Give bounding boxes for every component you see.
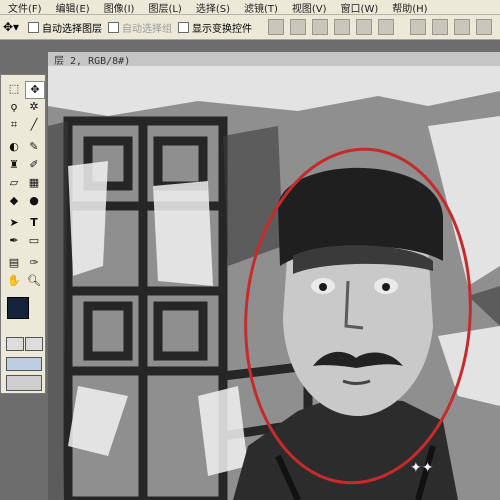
distribute-top-icon[interactable]: [410, 19, 426, 35]
move-tool-preset[interactable]: ✥▾: [0, 18, 22, 36]
shape-icon[interactable]: ▭: [25, 233, 43, 249]
toolbox: ⬚ ✥ ϙ ✲ ⌗ ╱ ◐ ✎ ♜ ✐ ▱ ▦ ◆ ● ➤ T ✒ ▭ ▤ ✑ …: [0, 74, 46, 394]
move-icon[interactable]: ✥: [25, 81, 45, 99]
watermark-logo: ✦✦: [410, 460, 434, 476]
hand-icon[interactable]: ✋: [5, 273, 23, 289]
distribute-left-icon[interactable]: [476, 19, 492, 35]
slice-icon[interactable]: ╱: [25, 117, 43, 133]
auto-select-group[interactable]: 自动选择组: [108, 20, 172, 35]
distribute-bottom-icon[interactable]: [454, 19, 470, 35]
menu-select[interactable]: 选择(S): [196, 0, 230, 15]
brush-icon[interactable]: ✎: [25, 139, 43, 155]
lasso-icon[interactable]: ϙ: [5, 99, 23, 115]
auto-select-group-label: 自动选择组: [122, 23, 172, 35]
auto-select-layer-checkbox[interactable]: [28, 21, 39, 33]
auto-select-group-checkbox[interactable]: [108, 21, 119, 33]
crop-icon[interactable]: ⌗: [5, 117, 23, 133]
show-transform[interactable]: 显示变换控件: [178, 20, 252, 35]
healing-icon[interactable]: ◐: [5, 139, 23, 155]
align-top-icon[interactable]: [268, 19, 284, 35]
menu-edit[interactable]: 编辑(E): [56, 0, 90, 15]
menu-window[interactable]: 窗口(W): [341, 0, 379, 15]
marquee-icon[interactable]: ⬚: [5, 81, 23, 97]
magic-wand-icon[interactable]: ✲: [25, 99, 43, 115]
eraser-icon[interactable]: ▱: [5, 175, 23, 191]
history-brush-icon[interactable]: ✐: [25, 157, 43, 173]
menu-file[interactable]: 文件(F): [8, 0, 42, 15]
auto-select-layer[interactable]: 自动选择图层: [28, 20, 102, 35]
options-bar: ✥▾ 自动选择图层 自动选择组 显示变换控件: [0, 15, 500, 40]
blur-icon[interactable]: ◆: [5, 193, 23, 209]
distribute-vcenter-icon[interactable]: [432, 19, 448, 35]
align-left-icon[interactable]: [334, 19, 350, 35]
menu-layer[interactable]: 图层(L): [148, 0, 181, 15]
gradient-icon[interactable]: ▦: [25, 175, 43, 191]
zoom-icon[interactable]: 🔍︎: [25, 273, 43, 289]
type-icon[interactable]: T: [25, 215, 43, 231]
align-hcenter-icon[interactable]: [356, 19, 372, 35]
menu-image[interactable]: 图像(I): [104, 0, 135, 15]
align-bottom-icon[interactable]: [312, 19, 328, 35]
old-photo-image: [48, 66, 500, 500]
pen-icon[interactable]: ✒: [5, 233, 23, 249]
document-title-bar: 层 2, RGB/8#): [48, 52, 500, 67]
eyedropper-icon[interactable]: ✑: [25, 255, 43, 271]
auto-select-layer-label: 自动选择图层: [42, 23, 102, 35]
show-transform-checkbox[interactable]: [178, 21, 189, 33]
path-icon[interactable]: ➤: [5, 215, 23, 231]
align-vcenter-icon[interactable]: [290, 19, 306, 35]
foreground-color-swatch[interactable]: [7, 297, 29, 319]
screen-mode-icon[interactable]: [6, 357, 42, 371]
menu-bar: 文件(F) 编辑(E) 图像(I) 图层(L) 选择(S) 滤镜(T) 视图(V…: [0, 0, 500, 15]
menu-view[interactable]: 视图(V): [292, 0, 327, 15]
image-canvas[interactable]: [48, 66, 500, 500]
show-transform-label: 显示变换控件: [192, 23, 252, 35]
stamp-icon[interactable]: ♜: [5, 157, 23, 173]
menu-filter[interactable]: 滤镜(T): [244, 0, 278, 15]
quick-mask-standard-icon[interactable]: [6, 337, 24, 351]
align-right-icon[interactable]: [378, 19, 394, 35]
jump-to-imageready-icon[interactable]: [6, 375, 42, 391]
quick-mask-icon[interactable]: [25, 337, 43, 351]
dodge-icon[interactable]: ●: [25, 193, 43, 209]
notes-icon[interactable]: ▤: [5, 255, 23, 271]
menu-help[interactable]: 帮助(H): [392, 0, 427, 15]
